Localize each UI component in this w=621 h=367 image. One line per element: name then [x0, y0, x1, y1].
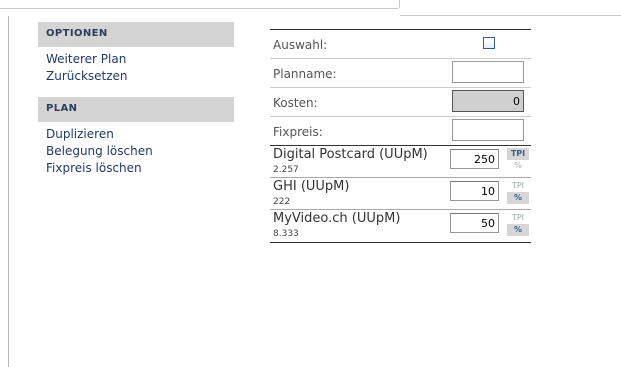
section-links-plan: Duplizieren Belegung löschen Fixpreis lö…: [38, 122, 234, 189]
plan-panel: Auswahl: Planname: Kosten: Fixpreis: Dig…: [270, 29, 531, 243]
planname-input[interactable]: [452, 61, 524, 83]
link-weiterer-plan[interactable]: Weiterer Plan: [46, 51, 234, 68]
toggle-tpi[interactable]: TPI: [507, 212, 529, 224]
top-frame-tab: [364, 0, 400, 9]
item-count: 2.257: [273, 165, 299, 175]
section-header-optionen: OPTIONEN: [38, 22, 234, 47]
row-auswahl: Auswahl:: [270, 30, 531, 58]
planname-label: Planname:: [273, 67, 337, 81]
item-name: GHI (UUpM): [273, 179, 350, 194]
link-zuruecksetzen[interactable]: Zurücksetzen: [46, 68, 234, 85]
item-value-input[interactable]: [450, 149, 499, 169]
item-name: MyVideo.ch (UUpM): [273, 211, 401, 226]
item-row-myvideo: MyVideo.ch (UUpM) 8.333 TPI %: [270, 210, 531, 242]
link-fixpreis-loeschen[interactable]: Fixpreis löschen: [46, 160, 234, 177]
item-value-input[interactable]: [450, 181, 499, 201]
toggle-tpi[interactable]: TPI: [507, 180, 529, 192]
row-kosten: Kosten:: [270, 88, 531, 116]
unit-toggle: TPI %: [507, 180, 529, 204]
toggle-percent[interactable]: %: [507, 160, 529, 172]
fixpreis-label: Fixpreis:: [273, 125, 323, 139]
kosten-field: [452, 90, 524, 112]
kosten-label: Kosten:: [273, 96, 318, 110]
top-frame-border-right: [400, 15, 621, 16]
auswahl-label: Auswahl:: [273, 38, 328, 52]
unit-toggle: TPI %: [507, 148, 529, 172]
top-frame-border: [0, 0, 365, 9]
toggle-percent[interactable]: %: [507, 192, 529, 204]
fixpreis-input[interactable]: [452, 119, 524, 141]
section-links-optionen: Weiterer Plan Zurücksetzen: [38, 47, 234, 97]
auswahl-checkbox[interactable]: [483, 37, 495, 49]
item-value-input[interactable]: [450, 213, 499, 233]
item-row-ghi: GHI (UUpM) 222 TPI %: [270, 178, 531, 210]
item-count: 8.333: [273, 229, 299, 239]
row-fixpreis: Fixpreis:: [270, 117, 531, 145]
panel-bottom-rule: [270, 242, 531, 243]
link-duplizieren[interactable]: Duplizieren: [46, 126, 234, 143]
item-name: Digital Postcard (UUpM): [273, 147, 428, 162]
toggle-tpi[interactable]: TPI: [507, 148, 529, 160]
left-frame-rule: [8, 16, 9, 367]
unit-toggle: TPI %: [507, 212, 529, 236]
toggle-percent[interactable]: %: [507, 224, 529, 236]
row-planname: Planname:: [270, 59, 531, 87]
item-row-digital-postcard: Digital Postcard (UUpM) 2.257 TPI %: [270, 146, 531, 178]
item-count: 222: [273, 197, 291, 207]
section-header-plan: PLAN: [38, 97, 234, 122]
sidebar: OPTIONEN Weiterer Plan Zurücksetzen PLAN…: [38, 22, 234, 189]
link-belegung-loeschen[interactable]: Belegung löschen: [46, 143, 234, 160]
